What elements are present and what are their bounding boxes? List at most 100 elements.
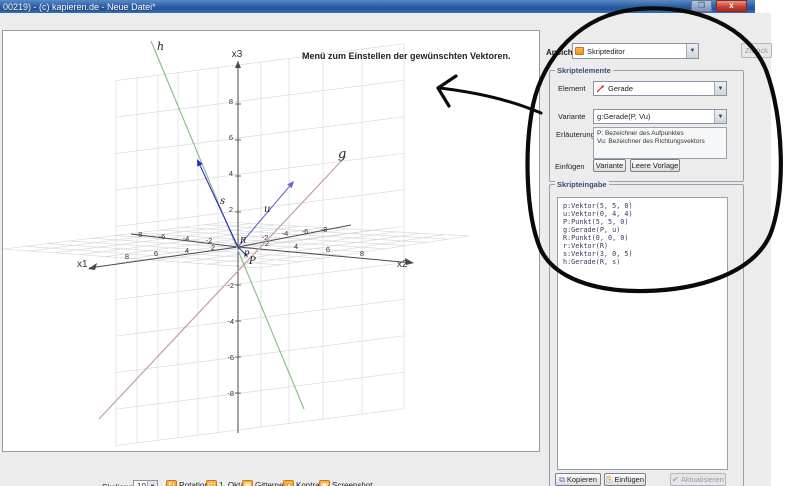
rotation-icon: ↻	[166, 480, 177, 486]
erlaeuterung-line: Vu: Bezeichner des Richtungsvektors	[597, 138, 726, 146]
einfuegen-label: Einfügen	[614, 475, 644, 484]
axis-tick-label: -4	[227, 317, 234, 326]
wall-grid-line	[116, 263, 404, 300]
3d-view-canvas[interactable]: x3x1x28642-2-4-6-8-8-6-4-224688642-2-4-6…	[2, 30, 540, 452]
gerade-icon	[596, 84, 605, 93]
coordinate-system-scene: x3x1x28642-2-4-6-8-8-6-4-224688642-2-4-6…	[3, 31, 541, 453]
annotation-text: Menü zum Einstellen der gewünschten Vekt…	[302, 51, 511, 61]
script-line: p:Vektor(5, 5, 0)	[563, 202, 727, 210]
restore-window-button[interactable]: ❐	[691, 0, 712, 12]
app-body: x3x1x28642-2-4-6-8-8-6-4-224688642-2-4-6…	[0, 13, 771, 486]
title-bar[interactable]: 00219) - (c) kapieren.de - Neue Datei*	[0, 0, 755, 13]
axis-tick-label: -4	[282, 229, 289, 238]
rotation-button[interactable]: ↻Rotation	[166, 480, 209, 486]
skriptelemente-title: Skriptelemente	[555, 66, 613, 75]
object-label-R: R	[239, 236, 247, 246]
kopieren-label: Kopieren	[567, 475, 597, 484]
erlaeuterung-text: P: Bezeichner des AufpunktesVu: Bezeichn…	[593, 127, 727, 159]
paste-icon: ⎘	[606, 476, 612, 484]
skalierung-select[interactable]: 10 ▼	[133, 480, 158, 486]
skripteditor-icon	[575, 47, 584, 55]
contrast-icon: ◑	[283, 480, 294, 486]
x2-axis-label: x2	[397, 259, 408, 270]
axis-tick-label: -2	[227, 281, 234, 290]
variante-dropdown[interactable]: g:Gerade(P, Vu) ▼	[593, 109, 727, 124]
axis-tick-label: -2	[206, 236, 213, 245]
octant-icon: ◰	[206, 480, 217, 486]
x2-axis	[131, 234, 413, 263]
chevron-down-icon: ▼	[147, 481, 157, 486]
axis-tick-label: 6	[154, 249, 158, 258]
wall-grid-line	[116, 372, 404, 409]
script-line: u:Vektor(0, 4, 4)	[563, 210, 727, 218]
wall-grid-line	[116, 409, 404, 446]
script-line: P:Punkt(5, 5, 0)	[563, 218, 727, 226]
axis-tick-label: -8	[321, 225, 328, 234]
wall-grid-line	[116, 299, 404, 336]
wall-grid-line	[116, 80, 404, 117]
skripteingabe-title: Skripteingabe	[555, 180, 609, 189]
axis-tick-label: 4	[185, 246, 189, 255]
axis-tick-label: -8	[227, 389, 234, 398]
axis-tick-label: 4	[294, 242, 298, 251]
element-dropdown[interactable]: Gerade ▼	[593, 81, 727, 96]
script-line: g:Gerade(P, u)	[563, 226, 727, 234]
axis-tick-label: 2	[229, 205, 233, 214]
x1-axis-arrowhead	[88, 263, 97, 270]
window-title: 00219) - (c) kapieren.de - Neue Datei*	[0, 2, 156, 12]
element-value: Gerade	[605, 84, 714, 93]
kopieren-button[interactable]: ⧉ Kopieren	[555, 473, 601, 486]
einfuegen-label: Einfügen	[555, 162, 585, 171]
object-label-s: s	[220, 196, 225, 207]
screenshot-button[interactable]: ▣Screenshot	[319, 480, 372, 486]
erlaeuterung-label: Erläuterung	[556, 130, 595, 139]
zurueck-button[interactable]: Zurück	[741, 43, 772, 58]
variante-value: g:Gerade(P, Vu)	[594, 112, 714, 121]
axis-tick-label: -4	[183, 234, 190, 243]
skripteingabe-group: Skripteingabe p:Vektor(5, 5, 0)u:Vektor(…	[549, 184, 744, 486]
chevron-down-icon: ▼	[714, 82, 726, 95]
object-label-P: P	[248, 256, 256, 267]
right-panel: Ansicht: Skripteditor ▼ Zurück Skriptele…	[543, 26, 771, 486]
axis-tick-label: -6	[302, 227, 309, 236]
chevron-down-icon: ▼	[686, 44, 698, 58]
erlaeuterung-line: P: Bezeichner des Aufpunktes	[597, 130, 726, 138]
x1-axis-label: x1	[77, 259, 88, 270]
axis-tick-label: 8	[125, 252, 129, 261]
script-line: s:Vektor(3, 0, 5)	[563, 250, 727, 258]
variante-label: Variante	[558, 112, 585, 121]
script-line: r:Vektor(R)	[563, 242, 727, 250]
wall-grid-line	[116, 153, 404, 190]
close-window-button[interactable]: x	[716, 0, 747, 12]
skriptelemente-group: Skriptelemente Element Gerade ▼ Variante…	[549, 70, 744, 182]
toolbar-button-label: Screenshot	[332, 481, 372, 486]
einfuegen-button[interactable]: ⎘ Einfügen	[604, 473, 646, 486]
script-line: h:Gerade(R, s)	[563, 258, 727, 266]
script-line: R:Punkt(0, 0, 0)	[563, 234, 727, 242]
ansicht-dropdown[interactable]: Skripteditor ▼	[572, 43, 699, 59]
grid-icon: ▦	[242, 480, 253, 486]
toolbar-button-label: Rotation	[179, 481, 209, 486]
object-label-h: h	[157, 40, 164, 53]
aktualisieren-label: Aktualisieren	[681, 475, 724, 484]
screenshot-icon: ▣	[319, 480, 330, 486]
element-label: Element	[558, 84, 586, 93]
axis-tick-label: -8	[136, 230, 143, 239]
copy-icon: ⧉	[559, 476, 565, 484]
x3-axis-label: x3	[232, 49, 243, 60]
leere-vorlage-button[interactable]: Leere Vorlage	[630, 159, 680, 172]
axis-tick-label: 8	[360, 249, 364, 258]
wall-grid-line	[116, 117, 404, 154]
axis-tick-label: 8	[229, 97, 233, 106]
variante-button[interactable]: Variante	[593, 159, 626, 172]
chevron-down-icon: ▼	[714, 110, 726, 123]
axis-tick-label: 6	[326, 245, 330, 254]
check-icon: ✔	[672, 476, 679, 484]
object-label-u: u	[264, 204, 270, 215]
axis-tick-label: 6	[229, 133, 233, 142]
axis-tick-label: -6	[159, 232, 166, 241]
aktualisieren-button[interactable]: ✔ Aktualisieren	[670, 473, 726, 486]
script-input-area[interactable]: p:Vektor(5, 5, 0)u:Vektor(0, 4, 4)P:Punk…	[557, 197, 728, 470]
skalierung-value: 10	[134, 482, 147, 486]
application-window: { "window": { "title": "00219) - (c) kap…	[0, 0, 800, 486]
